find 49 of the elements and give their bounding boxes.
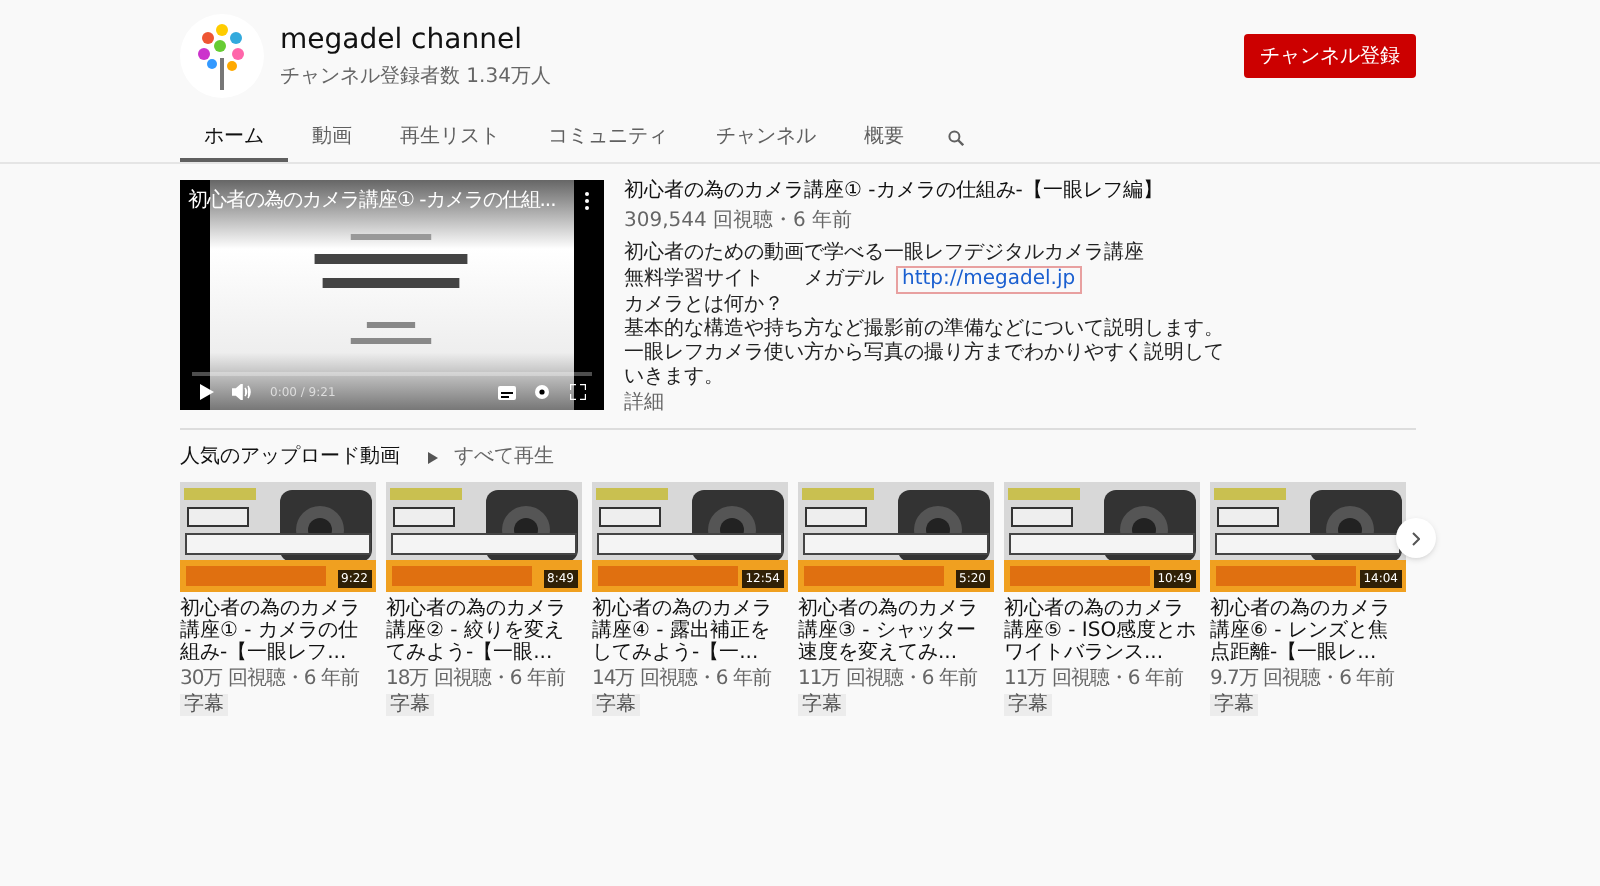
- subscriber-count: チャンネル登録者数 1.34万人: [280, 63, 551, 92]
- video-title[interactable]: 初心者の為のカメラ講座⑤ - ISO感度とホワイトバランス...: [1004, 598, 1200, 664]
- description-line: 初心者のための動画で学べる一眼レフデジタルカメラ講座: [624, 242, 1146, 266]
- channel-name: megadel channel: [280, 22, 524, 60]
- video-title[interactable]: 初心者の為のカメラ講座② - 絞りを変えてみよう-【一眼...: [386, 598, 582, 664]
- video-meta: 11万 回視聴・6 年前: [1004, 668, 1185, 690]
- description-line: カメラとは何か？: [624, 294, 786, 317]
- video-meta: 9.7万 回視聴・6 年前: [1210, 668, 1397, 690]
- shelf-title: 人気のアップロード動画: [180, 443, 400, 472]
- subtitles-icon[interactable]: [498, 386, 516, 400]
- caption-badge: 字幕: [1004, 694, 1052, 716]
- video-meta: 30万 回視聴・6 年前: [180, 668, 361, 690]
- description-line: 基本的な構造や持ち方など撮影前の準備などについて説明します。: [624, 318, 1224, 341]
- play-icon: [428, 451, 438, 463]
- chevron-right-icon: [1412, 531, 1420, 545]
- description-line: 一眼レフカメラ使い方から写真の撮り方までわかりやすく説明していきます。: [624, 342, 1224, 390]
- more-icon[interactable]: [584, 192, 590, 210]
- caption-badge: 字幕: [1210, 694, 1258, 716]
- tab[interactable]: ホーム: [180, 114, 288, 162]
- caption-badge: 字幕: [798, 694, 846, 716]
- settings-icon[interactable]: [534, 384, 550, 400]
- next-button[interactable]: [1396, 518, 1436, 558]
- description-line: 無料学習サイト メガデル: [624, 268, 884, 292]
- video-title[interactable]: 初心者の為のカメラ講座③ - シャッター速度を変えてみ...: [798, 598, 994, 664]
- caption-badge: 字幕: [180, 694, 228, 716]
- tab[interactable]: 動画: [288, 114, 376, 162]
- video-meta: 309,544 回視聴・6 年前: [624, 210, 855, 234]
- tab[interactable]: チャンネル: [692, 114, 840, 162]
- video-meta: 18万 回視聴・6 年前: [386, 668, 567, 690]
- caption-badge: 字幕: [386, 694, 434, 716]
- video-meta: 14万 回視聴・6 年前: [592, 668, 773, 690]
- avatar-tree-drawing: [180, 14, 264, 98]
- more-link[interactable]: 詳細: [624, 392, 1224, 416]
- search-icon[interactable]: [948, 130, 964, 146]
- subscribe-button[interactable]: チャンネル登録: [1244, 34, 1416, 78]
- tab[interactable]: 再生リスト: [376, 114, 524, 162]
- video-title[interactable]: 初心者の為のカメラ講座⑥ - レンズと焦点距離-【一眼レ...: [1210, 598, 1406, 664]
- tab[interactable]: コミュニティ: [524, 114, 692, 162]
- fullscreen-icon[interactable]: [570, 384, 586, 400]
- play-icon[interactable]: [200, 384, 214, 400]
- play-all-button[interactable]: すべて再生: [428, 442, 554, 472]
- video-title[interactable]: 初心者の為のカメラ講座① - カメラの仕組み-【一眼レフ...: [180, 598, 376, 664]
- video-title[interactable]: 初心者の為のカメラ講座① -カメラの仕組み-【一眼レフ編】: [624, 180, 1224, 204]
- tab[interactable]: 概要: [840, 114, 928, 162]
- website-link[interactable]: http://megadel.jp: [896, 266, 1082, 294]
- caption-badge: 字幕: [592, 694, 640, 716]
- video-title[interactable]: 初心者の為のカメラ講座④ - 露出補正をしてみよう-【一...: [592, 598, 788, 664]
- video-meta: 11万 回視聴・6 年前: [798, 668, 979, 690]
- volume-icon[interactable]: [232, 384, 252, 400]
